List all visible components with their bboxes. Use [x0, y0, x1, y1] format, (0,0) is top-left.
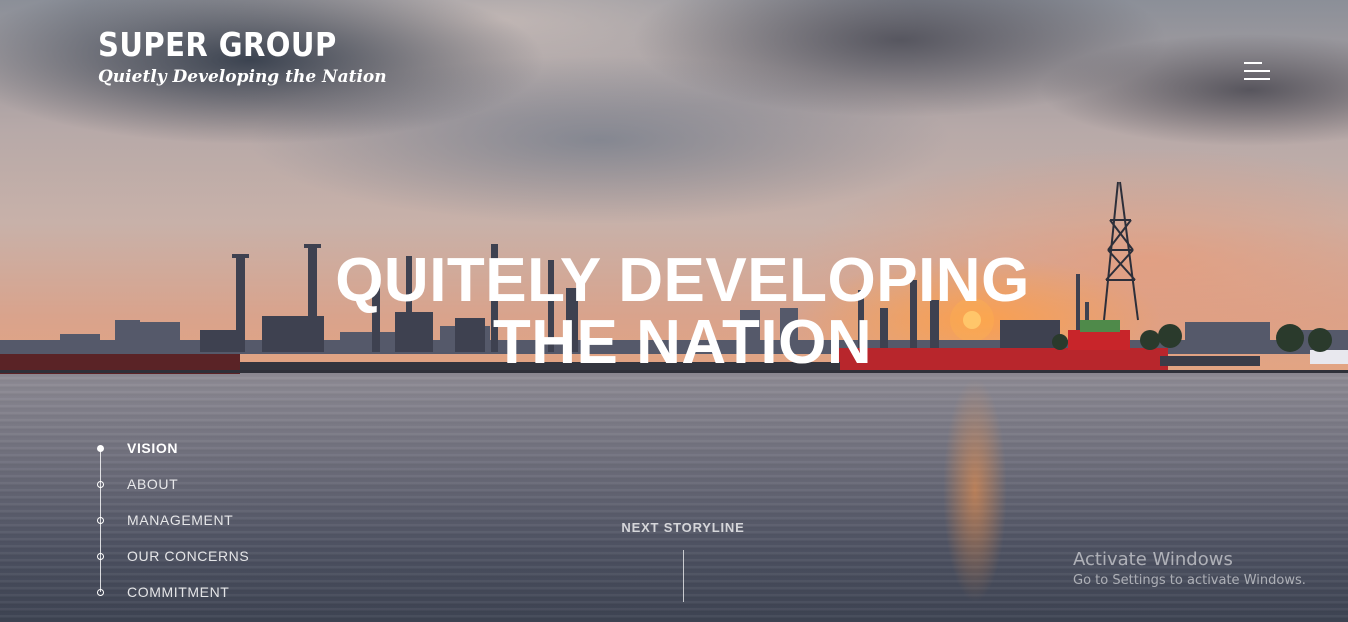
activate-windows-watermark: Activate Windows Go to Settings to activ… [1073, 549, 1306, 591]
hero-title-line-1: QUITELY DEVELOPING [335, 246, 1030, 315]
nav-dot-icon [97, 552, 104, 560]
side-nav-label: ABOUT [127, 476, 179, 492]
nav-dot-icon [97, 516, 104, 524]
hero-page: SUPER GROUP Quietly Developing the Natio… [0, 0, 1348, 622]
side-nav-item-about[interactable]: ABOUT [96, 474, 296, 494]
next-storyline-line [683, 550, 684, 602]
next-storyline-button[interactable]: NEXT STORYLINE [600, 520, 766, 535]
menu-bar [1244, 78, 1270, 80]
hero-title-line-2: THE NATION [492, 308, 873, 377]
menu-bar [1244, 62, 1262, 64]
side-nav-item-vision[interactable]: VISION [96, 438, 296, 458]
hero-title: QUITELY DEVELOPING THE NATION [0, 250, 1348, 374]
nav-dot-icon [97, 588, 104, 596]
brand-logo[interactable]: SUPER GROUP Quietly Developing the Natio… [98, 26, 387, 88]
activate-windows-title: Activate Windows [1073, 549, 1233, 570]
side-nav-label: VISION [127, 440, 179, 456]
brand-tagline: Quietly Developing the Nation [98, 67, 387, 87]
hamburger-menu-icon[interactable] [1244, 60, 1272, 82]
side-nav-label: MANAGEMENT [127, 512, 234, 528]
nav-dot-icon [97, 480, 104, 488]
side-nav-item-our-concerns[interactable]: OUR CONCERNS [96, 546, 296, 566]
side-nav-item-management[interactable]: MANAGEMENT [96, 510, 296, 530]
side-nav-label: OUR CONCERNS [127, 548, 250, 564]
side-nav-item-commitment[interactable]: COMMITMENT [96, 582, 296, 602]
side-nav-label: COMMITMENT [127, 584, 230, 600]
brand-name: SUPER GROUP [98, 25, 337, 64]
nav-dot-icon [97, 444, 104, 452]
activate-windows-subtitle: Go to Settings to activate Windows. [1073, 573, 1306, 588]
menu-bar [1244, 70, 1270, 72]
